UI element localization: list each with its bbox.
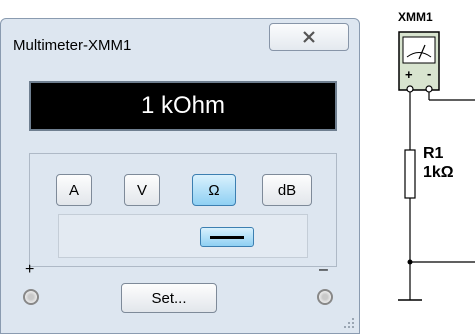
- close-icon: [303, 31, 315, 43]
- measurement-display: 1 kOhm: [29, 81, 337, 131]
- resistor-name: R1: [423, 145, 444, 162]
- set-button[interactable]: Set...: [121, 283, 217, 313]
- mode-panel: A V Ω dB: [29, 153, 337, 267]
- multimeter-window: Multimeter-XMM1 1 kOhm A V Ω dB + Set...…: [0, 18, 360, 334]
- window-title: Multimeter-XMM1: [13, 37, 132, 54]
- voltmeter-mode-button[interactable]: V: [124, 174, 160, 206]
- resize-grip-icon[interactable]: [343, 317, 355, 329]
- meter-minus-pin: [425, 85, 433, 93]
- dc-line-icon: [210, 235, 244, 239]
- circuit-wires: [409, 92, 475, 300]
- plus-terminal[interactable]: [23, 289, 39, 305]
- plus-terminal-label: +: [25, 261, 35, 278]
- ohmmeter-mode-button[interactable]: Ω: [192, 174, 236, 206]
- dc-mode-button[interactable]: [200, 227, 254, 247]
- meter-needle-icon: [418, 44, 426, 60]
- meter-plus-label: +: [405, 67, 413, 82]
- minus-terminal-label: –: [319, 261, 328, 278]
- ammeter-mode-button[interactable]: A: [56, 174, 92, 206]
- decibel-mode-button[interactable]: dB: [262, 174, 312, 206]
- close-button[interactable]: [269, 23, 349, 51]
- minus-terminal[interactable]: [317, 289, 333, 305]
- meter-plus-pin: [406, 85, 414, 93]
- resistor-symbol[interactable]: [404, 149, 416, 199]
- junction-node: [407, 259, 413, 265]
- signal-mode-group: [58, 214, 308, 258]
- multimeter-symbol[interactable]: [398, 31, 440, 91]
- instrument-label: XMM1: [398, 10, 433, 24]
- resistor-value: 1kΩ: [423, 164, 454, 181]
- meter-minus-label: -: [427, 66, 431, 81]
